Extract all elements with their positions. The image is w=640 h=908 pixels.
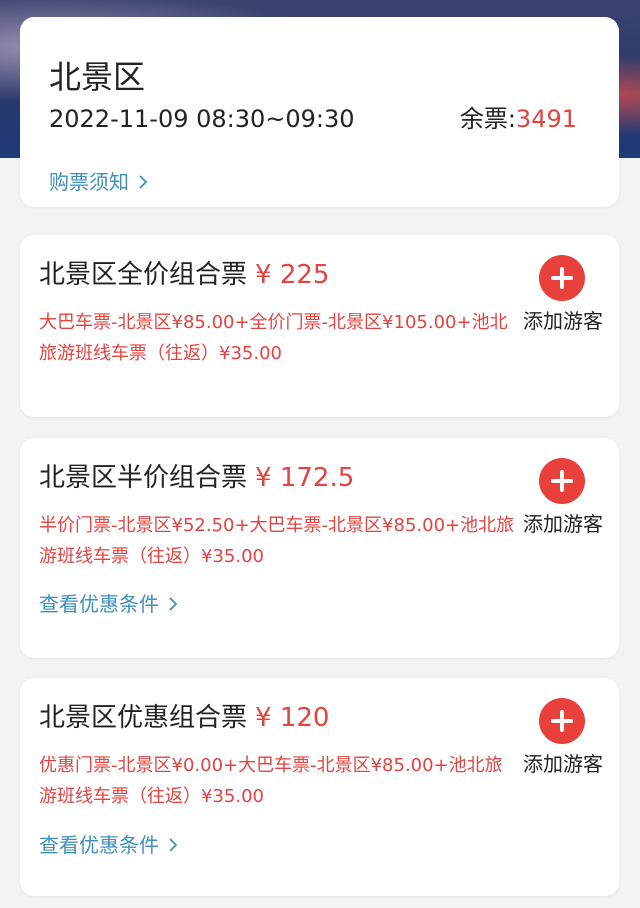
add-visitor-button[interactable]: [539, 458, 585, 504]
view-discount-conditions-link[interactable]: 查看优惠条件: [39, 590, 181, 618]
add-visitor-label[interactable]: 添加游客: [523, 750, 603, 778]
scenic-name: 北景区: [49, 58, 146, 96]
chevron-right-icon: [169, 838, 178, 852]
visit-datetime: 2022-11-09 08:30~09:30: [49, 105, 355, 133]
ticket-card-full-price: 北景区全价组合票 ¥ 225 大巴车票-北景区¥85.00+全价门票-北景区¥10…: [20, 235, 619, 417]
add-visitor-label[interactable]: 添加游客: [523, 510, 603, 538]
add-visitor-button[interactable]: [539, 255, 585, 301]
ticket-price: ¥ 225: [255, 260, 330, 290]
ticket-price: ¥ 172.5: [255, 463, 355, 493]
add-visitor-label[interactable]: 添加游客: [523, 307, 603, 335]
ticket-description: 优惠门票-北景区¥0.00+大巴车票-北景区¥85.00+池北旅游班线车票（往返…: [39, 755, 503, 807]
ticket-title: 北景区全价组合票 ¥ 225: [39, 257, 329, 293]
ticket-name: 北景区全价组合票: [39, 260, 248, 290]
chevron-right-icon: [169, 597, 178, 611]
ticket-card-half-price: 北景区半价组合票 ¥ 172.5 半价门票-北景区¥52.50+大巴车票-北景区¥…: [20, 438, 619, 658]
scenic-info-card: 北景区 2022-11-09 08:30~09:30 余票:3491 购票须知: [20, 17, 619, 207]
plus-icon: [551, 710, 573, 732]
view-discount-conditions-link[interactable]: 查看优惠条件: [39, 831, 181, 859]
ticket-title: 北景区优惠组合票 ¥ 120: [39, 700, 329, 736]
plus-icon: [551, 470, 573, 492]
ticket-name: 北景区优惠组合票: [39, 703, 248, 733]
ticket-name: 北景区半价组合票: [39, 463, 248, 493]
purchase-notice-link[interactable]: 购票须知: [49, 168, 151, 196]
ticket-description: 半价门票-北景区¥52.50+大巴车票-北景区¥85.00+池北旅游班线车票（往…: [39, 515, 515, 567]
ticket-title: 北景区半价组合票 ¥ 172.5: [39, 460, 354, 496]
ticket-card-discount: 北景区优惠组合票 ¥ 120 优惠门票-北景区¥0.00+大巴车票-北景区¥85.…: [20, 678, 619, 896]
remaining-count: 3491: [515, 105, 577, 133]
add-visitor-button[interactable]: [539, 698, 585, 744]
remaining-tickets: 余票:3491: [460, 103, 577, 135]
chevron-right-icon: [139, 175, 148, 189]
ticket-price: ¥ 120: [255, 703, 330, 733]
remaining-label: 余票:: [459, 105, 516, 133]
plus-icon: [551, 267, 573, 289]
purchase-notice-label: 购票须知: [49, 170, 129, 194]
ticket-description: 大巴车票-北景区¥85.00+全价门票-北景区¥105.00+池北旅游班线车票（…: [39, 312, 508, 364]
view-conditions-label: 查看优惠条件: [39, 592, 159, 616]
view-conditions-label: 查看优惠条件: [39, 833, 159, 857]
